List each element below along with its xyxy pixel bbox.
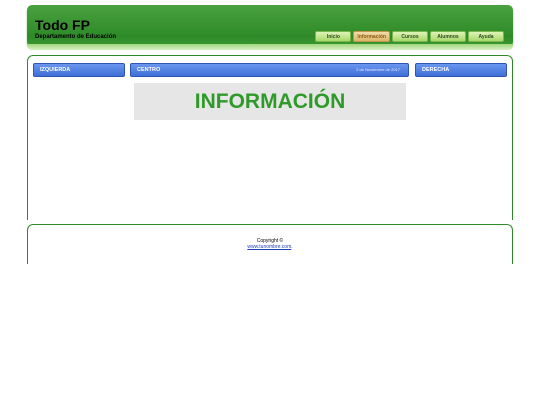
- center-column-header: CENTRO 2 de Noviembre de 2017: [130, 63, 409, 77]
- header-banner: Todo FP Departamento de Educación Inicio…: [27, 5, 513, 47]
- site-title: Todo FP: [35, 17, 90, 33]
- nav-ayuda-button[interactable]: Ayuda: [468, 31, 504, 42]
- footer-link-line: www.tunombre.com.: [28, 244, 512, 250]
- left-column-header: IZQUIERDA: [33, 63, 125, 77]
- center-column-title: CENTRO: [137, 67, 161, 73]
- page: Todo FP Departamento de Educación Inicio…: [0, 0, 540, 405]
- content-frame: [27, 55, 513, 220]
- header-bottom-band: [27, 44, 513, 50]
- footer: Copyright © www.tunombre.com.: [27, 224, 513, 264]
- site-subtitle: Departamento de Educación: [35, 34, 117, 40]
- page-heading: INFORMACIÓN: [134, 83, 406, 120]
- main-nav: Inicio Información Cursos Alumnos Ayuda: [315, 31, 504, 42]
- footer-link-suffix: .: [291, 244, 293, 250]
- nav-informacion-button[interactable]: Información: [353, 31, 390, 42]
- left-column-title: IZQUIERDA: [40, 67, 71, 73]
- nav-cursos-button[interactable]: Cursos: [392, 31, 428, 42]
- current-date: 2 de Noviembre de 2017: [356, 67, 400, 72]
- right-column-title: DERECHA: [422, 67, 450, 73]
- nav-alumnos-button[interactable]: Alumnos: [430, 31, 466, 42]
- nav-inicio-button[interactable]: Inicio: [315, 31, 352, 42]
- right-column-header: DERECHA: [415, 63, 507, 77]
- website-link[interactable]: www.tunombre.com: [247, 244, 291, 250]
